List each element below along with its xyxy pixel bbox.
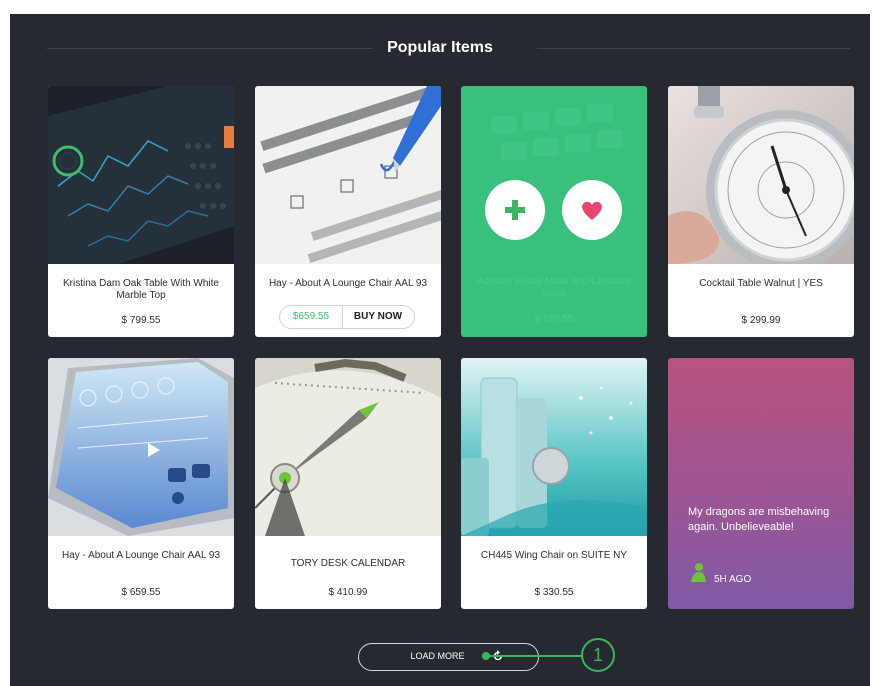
product-card[interactable]: Kristina Dam Oak Table With White Marble… [48, 86, 234, 337]
popular-items-panel: Popular Items Kristina Dam Oak Table Wit… [10, 14, 870, 686]
buy-price: $659.55 [280, 306, 343, 328]
add-button[interactable] [485, 180, 545, 240]
product-card[interactable]: CH445 Wing Chair on SUITE NY $ 330.55 [461, 358, 647, 609]
callout-marker: 1 [581, 638, 615, 672]
favorite-button[interactable] [562, 180, 622, 240]
section-title: Popular Items [387, 39, 493, 56]
product-name: Kristina Dam Oak Table With White Marble… [63, 278, 219, 301]
buy-control: $659.55 BUY NOW [279, 305, 415, 329]
product-card[interactable]: Hay - About A Lounge Chair AAL 93 $659.5… [255, 86, 441, 337]
product-price: $ 129.55 [534, 314, 574, 325]
product-image [48, 86, 234, 264]
product-image [48, 358, 234, 536]
product-image [255, 358, 441, 536]
message-time: 5H AGO [714, 574, 752, 585]
load-more-button[interactable]: LOAD MORE [358, 643, 539, 671]
product-name: Hay - About A Lounge Chair AAL 93 [268, 278, 428, 289]
product-name: Cocktail Table Walnut | YES [699, 278, 823, 289]
message-card[interactable]: My dragons are misbehaving again. Unbeli… [668, 358, 854, 609]
product-price: $ 659.55 [121, 587, 161, 598]
callout-line [488, 655, 583, 657]
product-card[interactable]: Hay - About A Lounge Chair AAL 93 $ 659.… [48, 358, 234, 609]
section-header: Popular Items [10, 36, 870, 60]
message-text: My dragons are misbehaving again. Unbeli… [688, 506, 830, 533]
plus-icon [505, 200, 525, 220]
product-name: Hay - About A Lounge Chair AAL 93 [61, 550, 221, 561]
product-price: $ 299.99 [741, 315, 781, 326]
product-price: $ 799.55 [121, 315, 161, 326]
product-card[interactable]: Cocktail Table Walnut | YES $ 299.99 [668, 86, 854, 337]
product-name: Activate Facial Mask and Charcoal Soap [477, 276, 631, 299]
product-name: TORY DESK CALENDAR [290, 558, 406, 569]
user-icon [691, 563, 706, 582]
product-card[interactable]: TORY DESK CALENDAR $ 410.99 [255, 358, 441, 609]
product-image [461, 358, 647, 536]
product-price: $ 410.99 [328, 587, 368, 598]
product-name: CH445 Wing Chair on SUITE NY [480, 550, 628, 561]
callout-dot [482, 652, 490, 660]
product-image [255, 86, 441, 264]
product-price: $ 330.55 [534, 587, 574, 598]
product-card-hover[interactable]: Activate Facial Mask and Charcoal Soap $… [461, 86, 647, 337]
product-image [668, 86, 854, 264]
buy-now-button[interactable]: BUY NOW [342, 306, 414, 328]
heart-icon [582, 201, 602, 220]
